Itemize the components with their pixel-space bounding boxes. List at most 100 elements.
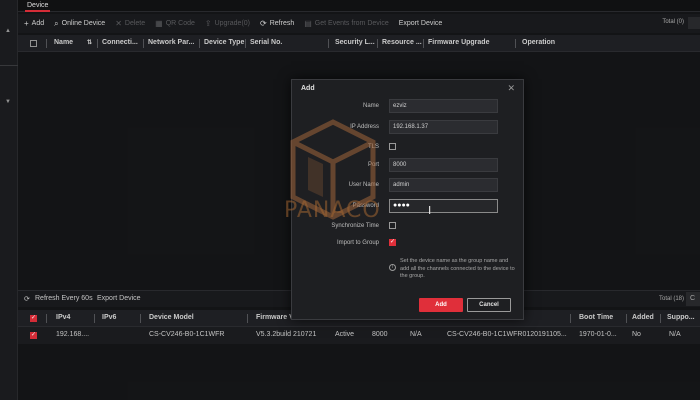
sort-icon[interactable]: ⇅ [87, 39, 92, 46]
col-operation[interactable]: Operation [522, 39, 555, 46]
refresh-label: Refresh [269, 20, 295, 27]
username-label: User Name [348, 182, 379, 188]
tls-checkbox[interactable] [389, 143, 396, 150]
add-device-dialog: Add ✕ Name ezviz IP Address 192.168.1.37… [291, 79, 524, 320]
import-group-label: Import to Group [336, 240, 379, 246]
sync-time-label: Synchronize Time [331, 223, 379, 229]
table-row[interactable]: 192.168.... CS-CV246-B0-1C1WFR V5.3.2bui… [18, 327, 700, 344]
column-divider [143, 39, 144, 48]
device-toolbar: + Add ⌕ Online Device ✕ Delete ▦ QR Code… [18, 14, 700, 33]
password-label: Password [352, 203, 379, 209]
column-divider [328, 39, 329, 48]
username-field[interactable]: admin [389, 178, 498, 192]
search-icon: ⌕ [54, 18, 59, 28]
export-online-button[interactable]: Export Device [97, 295, 141, 302]
scroll-box[interactable] [688, 17, 700, 29]
ip-label: IP Address [350, 124, 379, 130]
col-connection[interactable]: Connecti... [102, 39, 138, 46]
caret-up-icon[interactable]: ▲ [5, 28, 11, 34]
get-events-button[interactable]: ▤ Get Events from Device [304, 18, 388, 28]
dialog-title: Add [301, 85, 315, 92]
port-field[interactable]: 8000 [389, 158, 498, 172]
column-divider [245, 39, 246, 48]
column-divider [515, 39, 516, 48]
refresh-interval-label[interactable]: Refresh Every 60s [35, 295, 93, 302]
delete-button[interactable]: ✕ Delete [115, 18, 145, 28]
add-label: Add [31, 20, 45, 27]
tab-bar: Device [18, 0, 700, 12]
import-info-text: Set the device name as the group name an… [400, 258, 515, 279]
add-confirm-button[interactable]: Add [419, 298, 463, 312]
col-added[interactable]: Added [632, 314, 654, 321]
port-label: Port [367, 162, 379, 168]
rail-divider [0, 65, 18, 66]
cell-ipv4: 192.168.... [56, 331, 90, 338]
sync-time-checkbox[interactable] [389, 222, 396, 229]
info-icon: i [389, 264, 396, 271]
col-support[interactable]: Suppo... [667, 314, 695, 321]
col-serial[interactable]: Serial No. [250, 39, 282, 46]
col-resource[interactable]: Resource ... [382, 39, 422, 46]
column-divider [626, 314, 627, 323]
cell-added: No [632, 331, 641, 338]
cell-port: 8000 [372, 331, 388, 338]
password-mask: ●●●● [393, 202, 410, 209]
select-all-checkbox[interactable] [30, 40, 37, 47]
import-group-checkbox[interactable] [389, 238, 396, 246]
cancel-button[interactable]: Cancel [467, 298, 511, 312]
column-divider [377, 39, 378, 48]
cell-firmware: V5.3.2build 210721 [256, 331, 317, 338]
name-label: Name [362, 103, 379, 109]
select-all-online-checkbox[interactable] [30, 314, 37, 322]
col-device-type[interactable]: Device Type [204, 39, 244, 46]
caret-down-icon[interactable]: ▼ [5, 99, 11, 105]
qr-code-label: QR Code [165, 20, 195, 27]
qr-code-button[interactable]: ▦ QR Code [155, 18, 195, 28]
cell-boot-time: 1970-01-0... [579, 331, 617, 338]
export-device-button[interactable]: Export Device [399, 20, 443, 27]
col-device-model[interactable]: Device Model [149, 314, 194, 321]
col-ipv6[interactable]: IPv6 [102, 314, 116, 321]
column-divider [423, 39, 424, 48]
export-device-label: Export Device [398, 20, 443, 27]
column-divider [247, 314, 248, 323]
events-icon: ▤ [304, 18, 312, 28]
upgrade-label: Upgrade(0) [214, 20, 251, 27]
col-firmware[interactable]: Firmware V [256, 314, 294, 321]
close-icon[interactable]: ✕ [507, 83, 515, 94]
col-network-params[interactable]: Network Par... [148, 39, 194, 46]
column-divider [570, 314, 571, 323]
add-button[interactable]: + Add [24, 18, 45, 28]
qr-code-icon: ▦ [155, 18, 163, 28]
refresh-icon[interactable]: ⟳ [24, 295, 30, 303]
cell-support: N/A [669, 331, 681, 338]
cell-sdk: N/A [410, 331, 422, 338]
col-ipv4[interactable]: IPv4 [56, 314, 70, 321]
extra-button[interactable]: C [686, 292, 700, 306]
col-boot-time[interactable]: Boot Time [579, 314, 613, 321]
column-divider [46, 314, 47, 323]
col-security[interactable]: Security L... [335, 39, 375, 46]
device-table-header: Name ⇅ Connecti... Network Par... Device… [18, 35, 700, 52]
upgrade-button[interactable]: ⇪ Upgrade(0) [204, 18, 251, 28]
col-name[interactable]: Name [54, 39, 73, 46]
password-field[interactable]: ●●●● [389, 199, 498, 213]
plus-icon: + [24, 18, 29, 28]
close-icon: ✕ [115, 18, 122, 28]
cell-status: Active [335, 331, 355, 338]
upgrade-icon: ⇪ [204, 18, 212, 28]
cell-model: CS-CV246-B0-1C1WFR [149, 331, 225, 338]
text-cursor-icon: I [428, 204, 432, 217]
column-divider [46, 39, 47, 48]
tab-device[interactable]: Device [25, 0, 51, 12]
col-firmware-upgrade[interactable]: Firmware Upgrade [428, 39, 489, 46]
tls-label: TLS [367, 144, 379, 150]
ip-field[interactable]: 192.168.1.37 [389, 120, 498, 134]
column-divider [660, 314, 661, 323]
column-divider [199, 39, 200, 48]
refresh-button[interactable]: ⟳ Refresh [260, 18, 295, 28]
name-field[interactable]: ezviz [389, 99, 498, 113]
refresh-icon: ⟳ [260, 18, 267, 28]
row-checkbox[interactable] [30, 331, 37, 339]
online-device-button[interactable]: ⌕ Online Device [54, 18, 105, 28]
